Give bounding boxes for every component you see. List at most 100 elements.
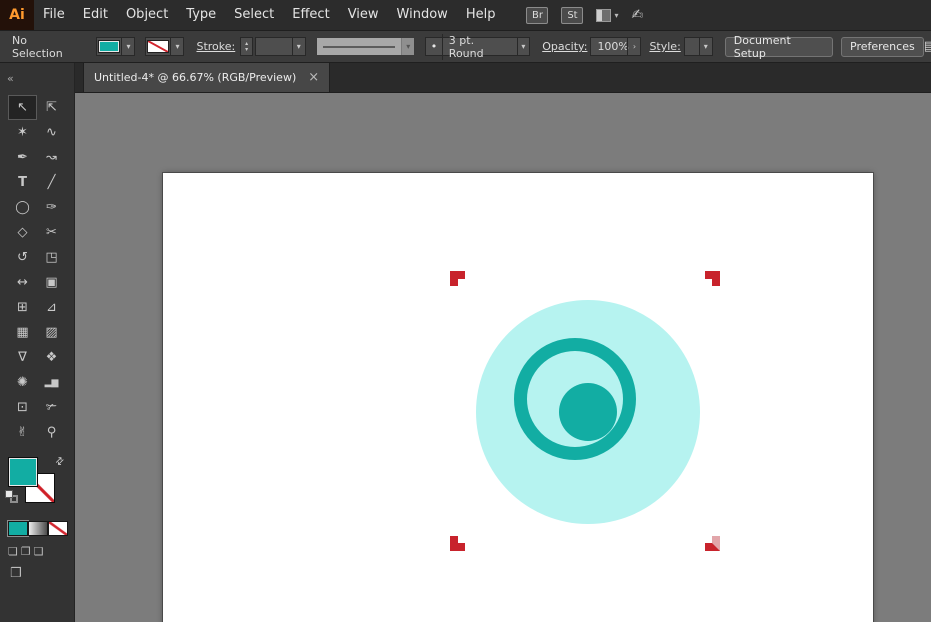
bridge-button[interactable]: Br — [526, 7, 548, 24]
menu-file[interactable]: File — [34, 0, 74, 30]
lasso-tool[interactable]: ∿ — [37, 120, 66, 145]
chevron-right-icon[interactable]: › — [627, 38, 640, 55]
canvas[interactable] — [75, 93, 931, 622]
direct-selection-tool[interactable]: ⇱ — [37, 95, 66, 120]
shaper-tool[interactable]: ◇ — [8, 220, 37, 245]
workspace-switcher[interactable]: ▾ — [596, 9, 618, 22]
default-fill-stroke-icon[interactable] — [5, 490, 19, 504]
spinner-down-icon[interactable]: ▾ — [245, 47, 248, 53]
width-profile-preview — [323, 46, 396, 48]
scale-tool[interactable]: ◳ — [37, 245, 66, 270]
rotate-tool[interactable]: ↺ — [8, 245, 37, 270]
artboard[interactable] — [163, 173, 873, 622]
menu-window[interactable]: Window — [388, 0, 457, 30]
control-bar: No Selection ▾ ▾ Stroke: ▴ ▾ ▾ ▾ • 3 pt.… — [0, 30, 931, 63]
touch-workspace-icon[interactable]: ✍ — [631, 7, 643, 23]
chevron-down-icon[interactable]: ▾ — [517, 38, 530, 55]
symbol-sprayer-tool[interactable]: ✺ — [8, 370, 37, 395]
menu-edit[interactable]: Edit — [74, 0, 117, 30]
target-icon-center-dot[interactable] — [559, 383, 617, 441]
stroke-color-picker[interactable]: ▾ — [145, 37, 184, 56]
draw-normal-icon[interactable]: ❏ — [8, 545, 18, 558]
free-transform-tool[interactable]: ▣ — [37, 270, 66, 295]
menu-help[interactable]: Help — [457, 0, 505, 30]
collapse-panel-icon[interactable]: « — [7, 72, 14, 85]
draw-inside-icon[interactable]: ❑ — [34, 545, 44, 558]
selection-status: No Selection — [12, 34, 72, 60]
draw-behind-icon[interactable]: ❐ — [21, 545, 31, 558]
chevron-down-icon[interactable]: ▾ — [121, 38, 134, 55]
opacity-label[interactable]: Opacity: — [542, 40, 587, 53]
document-tab-title: Untitled-4* @ 66.67% (RGB/Preview) — [94, 71, 296, 84]
artboard-tool[interactable]: ⊡ — [8, 395, 37, 420]
menu-view[interactable]: View — [339, 0, 388, 30]
opacity-value[interactable]: 100% — [591, 40, 627, 53]
stock-button[interactable]: St — [561, 7, 583, 24]
selection-tool[interactable]: ↖ — [8, 95, 37, 120]
crop-mark-top-right[interactable] — [705, 271, 720, 286]
stroke-label[interactable]: Stroke: — [196, 40, 235, 53]
ellipse-tool[interactable]: ◯ — [8, 195, 37, 220]
stroke-weight-stepper[interactable]: ▴ ▾ — [240, 37, 253, 56]
preferences-button[interactable]: Preferences — [841, 37, 924, 57]
magic-wand-tool[interactable]: ✶ — [8, 120, 37, 145]
gradient-button[interactable] — [28, 521, 48, 536]
screen-mode-icon[interactable]: ❒ — [10, 566, 22, 581]
gradient-tool[interactable]: ▨ — [37, 320, 66, 345]
tools-panel: « ↖ ⇱ ✶ ∿ ✒ ↝ T ╱ ◯ ✑ ◇ ✂ ↺ ◳ ↔ ▣ ⊞ ⊿ ▦ … — [0, 63, 75, 622]
mesh-tool[interactable]: ▦ — [8, 320, 37, 345]
chevron-down-icon: ▾ — [401, 38, 414, 55]
line-segment-tool[interactable]: ╱ — [37, 170, 66, 195]
fill-proxy-swatch[interactable] — [8, 457, 38, 487]
color-mode-row — [8, 521, 74, 536]
document-setup-button[interactable]: Document Setup — [725, 37, 833, 57]
zoom-tool[interactable]: ⚲ — [37, 420, 66, 445]
document-tab-bar: Untitled-4* @ 66.67% (RGB/Preview) × — [75, 63, 931, 93]
scissors-tool[interactable]: ✂ — [37, 220, 66, 245]
none-button[interactable] — [48, 521, 68, 536]
chevron-down-icon[interactable]: ▾ — [170, 38, 183, 55]
opacity-combo[interactable]: 100% › — [590, 37, 641, 56]
column-graph-tool[interactable]: ▂▆ — [37, 370, 66, 395]
drawing-modes-row: ❏ ❐ ❑ — [8, 545, 74, 558]
menu-select[interactable]: Select — [225, 0, 283, 30]
fill-color-picker[interactable]: ▾ — [96, 37, 135, 56]
paintbrush-tool[interactable]: ✑ — [37, 195, 66, 220]
menu-type[interactable]: Type — [177, 0, 225, 30]
variable-width-profile-combo[interactable]: ▾ — [316, 37, 416, 56]
eyedropper-tool[interactable]: ∇ — [8, 345, 37, 370]
menu-object[interactable]: Object — [117, 0, 177, 30]
crop-mark-bottom-right[interactable] — [705, 536, 720, 551]
style-combo[interactable]: ▾ — [684, 37, 713, 56]
tool-grid: ↖ ⇱ ✶ ∿ ✒ ↝ T ╱ ◯ ✑ ◇ ✂ ↺ ◳ ↔ ▣ ⊞ ⊿ ▦ ▨ … — [0, 95, 74, 445]
crop-mark-top-left[interactable] — [450, 271, 465, 286]
shape-builder-tool[interactable]: ⊞ — [8, 295, 37, 320]
hand-tool[interactable]: ✌ — [8, 420, 37, 445]
crop-mark-bottom-left[interactable] — [450, 536, 465, 551]
color-button[interactable] — [8, 521, 28, 536]
panel-overflow-icon[interactable]: ▤ — [924, 39, 931, 54]
slice-tool[interactable]: ✃ — [37, 395, 66, 420]
fill-color-swatch[interactable] — [98, 40, 120, 53]
type-tool[interactable]: T — [8, 170, 37, 195]
blend-tool[interactable]: ❖ — [37, 345, 66, 370]
pen-tool[interactable]: ✒ — [8, 145, 37, 170]
fill-stroke-indicator: ⇄ — [8, 457, 70, 509]
brush-definition-combo[interactable]: • 3 pt. Round ▾ — [425, 37, 530, 56]
brush-stroke-icon: • — [426, 40, 442, 53]
curvature-tool[interactable]: ↝ — [37, 145, 66, 170]
illustrator-logo-icon: Ai — [0, 0, 34, 30]
chevron-down-icon[interactable]: ▾ — [292, 38, 305, 55]
style-label[interactable]: Style: — [649, 40, 680, 53]
brush-name: 3 pt. Round — [442, 34, 517, 60]
swap-fill-stroke-icon[interactable]: ⇄ — [53, 455, 67, 469]
stroke-none-swatch[interactable] — [147, 40, 169, 53]
stroke-weight-combo[interactable]: ▾ — [255, 37, 306, 56]
close-tab-icon[interactable]: × — [308, 70, 319, 85]
workspace-switcher-icon — [596, 9, 611, 22]
document-tab[interactable]: Untitled-4* @ 66.67% (RGB/Preview) × — [83, 63, 330, 92]
menu-effect[interactable]: Effect — [283, 0, 338, 30]
perspective-grid-tool[interactable]: ⊿ — [37, 295, 66, 320]
width-tool[interactable]: ↔ — [8, 270, 37, 295]
chevron-down-icon[interactable]: ▾ — [699, 38, 712, 55]
